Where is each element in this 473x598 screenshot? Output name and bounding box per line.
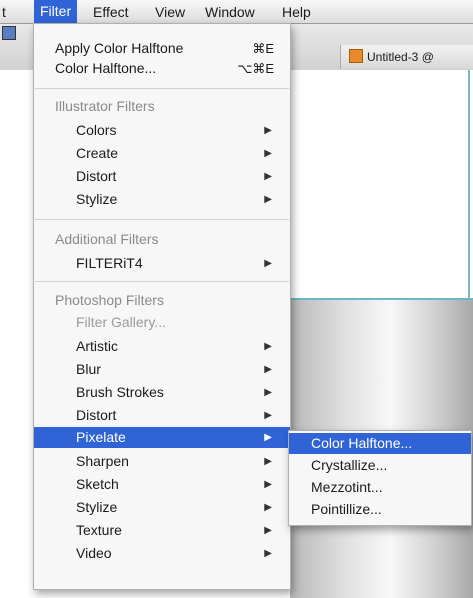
menu-header-photoshop-filters: Photoshop Filters — [34, 290, 290, 311]
menu-header-label: Photoshop Filters — [55, 292, 164, 308]
menu-item-create[interactable]: Create ▶ — [34, 143, 290, 164]
menu-item-label: Apply Color Halftone — [55, 40, 184, 56]
document-icon — [349, 49, 363, 63]
submenu-item-crystallize[interactable]: Crystallize... — [289, 455, 471, 476]
menu-item-label: Create — [76, 145, 119, 161]
menu-item-label: Texture — [76, 522, 122, 538]
submenu-arrow-icon: ▶ — [264, 432, 272, 443]
menubar-item-effect[interactable]: Effect — [93, 3, 129, 21]
menu-item-distort-photoshop[interactable]: Distort ▶ — [34, 405, 290, 426]
menu-item-label: Stylize — [76, 499, 118, 515]
menu-item-label: Color Halftone... — [55, 60, 157, 76]
submenu-arrow-icon: ▶ — [264, 171, 272, 182]
menubar-item-view[interactable]: View — [155, 3, 185, 21]
menubar-item-select[interactable]: t — [2, 3, 6, 21]
menu-separator — [35, 281, 289, 282]
menu-item-video[interactable]: Video ▶ — [34, 543, 290, 564]
tool-icon[interactable] — [2, 26, 16, 40]
canvas-guide-vertical — [468, 70, 470, 300]
submenu-arrow-icon: ▶ — [264, 548, 272, 559]
menu-item-pixelate[interactable]: Pixelate ▶ — [34, 427, 290, 448]
submenu-arrow-icon: ▶ — [264, 194, 272, 205]
menu-separator — [35, 219, 289, 220]
submenu-item-label: Pointillize... — [311, 501, 382, 517]
menu-header-label: Illustrator Filters — [55, 98, 155, 114]
submenu-item-label: Color Halftone... — [311, 435, 413, 451]
document-tab[interactable]: Untitled-3 @ — [340, 45, 473, 69]
submenu-item-label: Mezzotint... — [311, 479, 383, 495]
submenu-arrow-icon: ▶ — [264, 125, 272, 136]
menu-separator — [35, 88, 289, 89]
menu-item-colors[interactable]: Colors ▶ — [34, 120, 290, 141]
submenu-arrow-icon: ▶ — [264, 525, 272, 536]
submenu-item-color-halftone[interactable]: Color Halftone... — [289, 433, 471, 454]
menu-header-additional-filters: Additional Filters — [34, 229, 290, 250]
menu-bar: t Filter Effect View Window Help — [0, 0, 473, 24]
menu-item-label: Video — [76, 545, 112, 561]
menubar-item-help[interactable]: Help — [282, 3, 311, 21]
menu-item-label: Sketch — [76, 476, 119, 492]
shortcut-label: ⌘E — [252, 41, 274, 56]
menu-item-sharpen[interactable]: Sharpen ▶ — [34, 451, 290, 472]
menu-item-label: Distort — [76, 168, 117, 184]
menu-item-label: Filter Gallery... — [76, 314, 166, 330]
menu-header-label: Additional Filters — [55, 231, 159, 247]
menu-item-blur[interactable]: Blur ▶ — [34, 359, 290, 380]
filter-menu: Apply Color Halftone ⌘E Color Halftone..… — [33, 23, 291, 590]
document-tab-title: Untitled-3 @ — [367, 50, 434, 64]
submenu-arrow-icon: ▶ — [264, 387, 272, 398]
menu-item-label: Brush Strokes — [76, 384, 164, 400]
submenu-arrow-icon: ▶ — [264, 456, 272, 467]
menu-item-texture[interactable]: Texture ▶ — [34, 520, 290, 541]
menu-item-stylize-photoshop[interactable]: Stylize ▶ — [34, 497, 290, 518]
menu-item-apply-color-halftone[interactable]: Apply Color Halftone ⌘E — [34, 38, 290, 59]
menu-item-filter-gallery: Filter Gallery... — [34, 312, 290, 333]
submenu-arrow-icon: ▶ — [264, 479, 272, 490]
pixelate-submenu: Color Halftone... Crystallize... Mezzoti… — [288, 430, 472, 526]
submenu-arrow-icon: ▶ — [264, 341, 272, 352]
submenu-arrow-icon: ▶ — [264, 258, 272, 269]
menu-item-label: Blur — [76, 361, 101, 377]
shortcut-label: ⌥⌘E — [237, 61, 274, 76]
menu-item-label: Stylize — [76, 191, 118, 207]
menu-item-label: Pixelate — [76, 429, 126, 445]
submenu-item-pointillize[interactable]: Pointillize... — [289, 499, 471, 520]
submenu-arrow-icon: ▶ — [264, 502, 272, 513]
menu-item-color-halftone[interactable]: Color Halftone... ⌥⌘E — [34, 58, 290, 79]
submenu-item-label: Crystallize... — [311, 457, 388, 473]
menubar-item-filter[interactable]: Filter — [34, 0, 78, 23]
menu-header-illustrator-filters: Illustrator Filters — [34, 96, 290, 117]
menu-item-label: Sharpen — [76, 453, 129, 469]
menu-item-distort-illustrator[interactable]: Distort ▶ — [34, 166, 290, 187]
menubar-item-window[interactable]: Window — [205, 3, 255, 21]
menu-item-label: Colors — [76, 122, 117, 138]
submenu-arrow-icon: ▶ — [264, 364, 272, 375]
submenu-arrow-icon: ▶ — [264, 148, 272, 159]
submenu-item-mezzotint[interactable]: Mezzotint... — [289, 477, 471, 498]
menu-item-label: Distort — [76, 407, 117, 423]
menu-item-brush-strokes[interactable]: Brush Strokes ▶ — [34, 382, 290, 403]
menu-item-stylize-illustrator[interactable]: Stylize ▶ — [34, 189, 290, 210]
menu-item-artistic[interactable]: Artistic ▶ — [34, 336, 290, 357]
submenu-arrow-icon: ▶ — [264, 410, 272, 421]
menu-item-sketch[interactable]: Sketch ▶ — [34, 474, 290, 495]
menu-item-filterit4[interactable]: FILTERiT4 ▶ — [34, 253, 290, 274]
menu-item-label: FILTERiT4 — [76, 255, 143, 271]
menu-item-label: Artistic — [76, 338, 118, 354]
